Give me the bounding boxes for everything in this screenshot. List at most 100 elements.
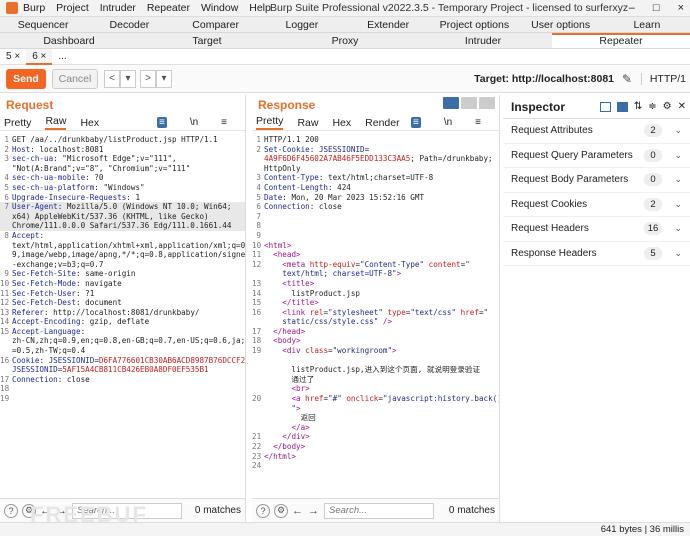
window-title: Burp Suite Professional v2022.3.5 - Temp… [270,2,629,14]
tab-logger[interactable]: Logger [259,17,345,32]
inspector-row-label: Response Headers [511,247,597,259]
request-tab-raw[interactable]: Raw [45,115,67,130]
repeater-tab-more[interactable]: ... [52,49,72,65]
request-pane: Request Pretty Raw Hex ≡ \n ≡ 1 GET /aa/.… [0,95,246,522]
menu-project[interactable]: Project [56,2,89,14]
layout-tabs-icon[interactable] [479,97,495,109]
inspector-row-label: Request Body Parameters [511,174,629,186]
inspector-row-count: 2 [644,197,662,211]
inspector-row-response-headers[interactable]: Response Headers 5 ⌄ [503,242,690,266]
response-editor[interactable]: 1 HTTP/1.1 200 2 Set-Cookie: JSESSIONID= 4… [252,135,499,498]
previous-match-icon[interactable]: ← [292,505,303,517]
request-matches-count: 0 matches [194,505,241,516]
response-menu-icon[interactable]: ≡ [475,117,481,128]
maximize-icon[interactable]: □ [653,2,660,14]
tab-extender[interactable]: Extender [345,17,431,32]
request-menu-icon[interactable]: ≡ [221,117,227,128]
cancel-button[interactable]: Cancel [52,68,98,89]
tab-proxy[interactable]: Proxy [276,33,414,48]
tab-user-options[interactable]: User options [518,17,604,32]
filter-icon[interactable]: ≑ [648,101,656,112]
response-format-icon[interactable]: ≡ [410,117,421,128]
layout-side-by-side-icon[interactable] [443,97,459,109]
chevron-down-icon[interactable]: ⌄ [674,150,682,161]
forward-dropdown-icon[interactable]: ▾ [156,69,172,88]
response-pane: Response Pretty Raw Hex Render ≡ \n ≡ 1H… [252,95,500,522]
menu-burp[interactable]: Burp [23,2,45,14]
response-tab-raw[interactable]: Raw [297,117,318,129]
back-dropdown-icon[interactable]: ▾ [120,69,136,88]
chevron-down-icon[interactable]: ⌄ [674,174,682,185]
close-inspector-icon[interactable]: ✕ [678,101,686,112]
minimize-icon[interactable]: – [629,2,635,14]
menu-bar: Burp Project Intruder Repeater Window He… [23,2,279,14]
forward-icon[interactable]: > [140,69,156,88]
layout-toggle[interactable] [443,97,495,109]
inspector-row-request-attributes[interactable]: Request Attributes 2 ⌄ [503,119,690,144]
request-title: Request [6,98,54,112]
inspector-title: Inspector [511,99,566,114]
http-version-label[interactable]: HTTP/1 [640,72,686,85]
inspector-layout-icon[interactable] [599,101,611,112]
menu-intruder[interactable]: Intruder [100,2,136,14]
repeater-tab-5[interactable]: 5 × [0,49,26,65]
repeater-tab-6[interactable]: 6 × [26,48,53,65]
send-button[interactable]: Send [6,68,46,89]
tab-dashboard[interactable]: Dashboard [0,33,138,48]
tool-tabs-row1: Sequencer Decoder Comparer Logger Extend… [0,17,690,33]
request-editor[interactable]: 1 GET /aa/../drunkbaby/listProduct.jsp HT… [0,135,245,498]
request-tab-hex[interactable]: Hex [80,117,99,129]
chevron-down-icon[interactable]: ⌄ [674,125,682,136]
response-size-timing: 641 bytes | 36 millis [600,524,684,535]
repeater-toolbar: Send Cancel < ▾ > ▾ Target: http://local… [0,65,690,93]
inspector-layout-active-icon[interactable] [616,101,628,112]
tab-intruder[interactable]: Intruder [414,33,552,48]
help-icon[interactable]: ? [4,503,18,518]
close-icon[interactable]: × [678,2,684,14]
inspector-row-cookies[interactable]: Request Cookies 2 ⌄ [503,193,690,217]
chevron-down-icon[interactable]: ⌄ [674,223,682,234]
title-bar: Burp Project Intruder Repeater Window He… [0,0,690,17]
request-format-icon[interactable]: ≡ [156,117,167,128]
menu-window[interactable]: Window [201,2,238,14]
menu-repeater[interactable]: Repeater [147,2,190,14]
response-tab-hex[interactable]: Hex [332,117,351,129]
tab-comparer[interactable]: Comparer [173,17,259,32]
status-bar: 641 bytes | 36 millis [0,522,690,536]
inspector-row-request-headers[interactable]: Request Headers 16 ⌄ [503,217,690,242]
tab-sequencer[interactable]: Sequencer [0,17,86,32]
response-tab-pretty[interactable]: Pretty [256,115,284,130]
repeater-subtabs: 5 × 6 × ... [0,48,690,65]
chevron-down-icon[interactable]: ⌄ [674,248,682,259]
sort-icon[interactable]: ⇅ [634,101,642,112]
menu-help[interactable]: Help [249,2,271,14]
edit-target-icon[interactable]: ✎ [622,72,632,86]
chevron-down-icon[interactable]: ⌄ [674,199,682,210]
inspector-row-label: Request Headers [511,223,589,235]
inspector-row-count: 2 [644,124,662,138]
inspector-row-count: 5 [644,246,662,260]
target-label[interactable]: Target: http://localhost:8081 [474,73,614,85]
inspector-row-body-params[interactable]: Request Body Parameters 0 ⌄ [503,168,690,193]
inspector-row-count: 0 [644,173,662,187]
inspector-row-label: Request Cookies [511,198,588,210]
burp-logo-icon [6,2,18,14]
request-newline-icon[interactable]: \n [190,117,198,128]
tab-target[interactable]: Target [138,33,276,48]
inspector-pane: Inspector ⇅ ≑ ⚙ ✕ Request Attributes 2 ⌄… [503,95,690,522]
tab-learn[interactable]: Learn [604,17,690,32]
next-match-icon[interactable]: → [308,505,319,517]
gear-icon[interactable]: ⚙ [663,101,672,112]
help-icon[interactable]: ? [256,503,270,518]
response-search-input[interactable] [324,502,434,519]
back-icon[interactable]: < [104,69,120,88]
tab-project-options[interactable]: Project options [431,17,517,32]
tab-decoder[interactable]: Decoder [86,17,172,32]
response-newline-icon[interactable]: \n [444,117,452,128]
response-tab-render[interactable]: Render [365,117,399,129]
layout-stacked-icon[interactable] [461,97,477,109]
request-tab-pretty[interactable]: Pretty [4,117,31,129]
inspector-row-query-params[interactable]: Request Query Parameters 0 ⌄ [503,144,690,168]
tab-repeater[interactable]: Repeater [552,33,690,48]
settings-icon[interactable]: ⚙ [274,503,288,518]
